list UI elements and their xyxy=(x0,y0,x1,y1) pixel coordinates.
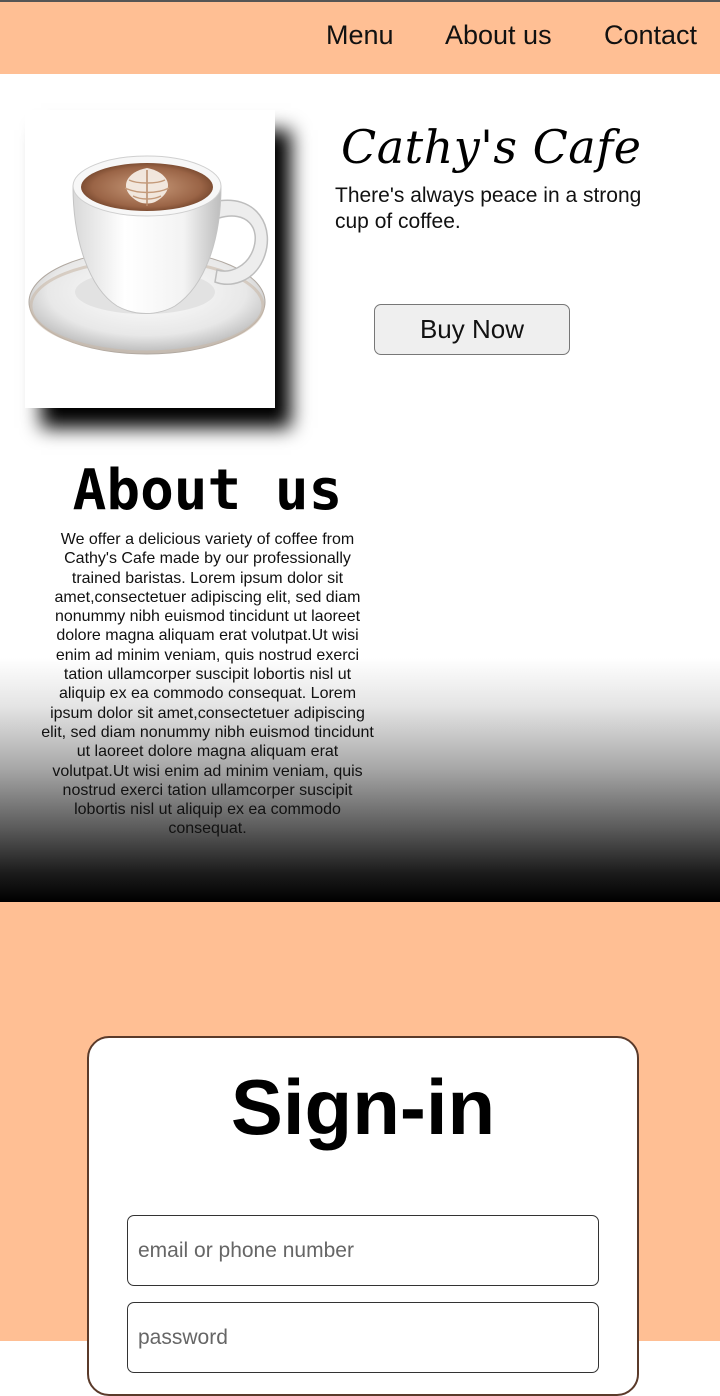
about-heading: About us xyxy=(72,458,343,523)
nav-menu-link[interactable]: Menu xyxy=(326,20,394,51)
cafe-title: Cathy's Cafe xyxy=(341,120,642,174)
coffee-cup-icon xyxy=(28,155,269,355)
about-paragraph: We offer a delicious variety of coffee f… xyxy=(41,531,374,838)
nav-about-link[interactable]: About us xyxy=(445,20,552,51)
top-nav-bar: Menu About us Contact xyxy=(0,0,720,74)
nav-contact-link[interactable]: Contact xyxy=(604,20,697,51)
buy-now-button[interactable]: Buy Now xyxy=(374,304,570,355)
password-field[interactable] xyxy=(127,1302,599,1373)
cafe-tagline: There's always peace in a strong cup of … xyxy=(335,184,642,233)
signin-heading: Sign-in xyxy=(230,1063,496,1151)
coffee-cup-image xyxy=(25,110,275,408)
email-field[interactable] xyxy=(127,1215,599,1286)
